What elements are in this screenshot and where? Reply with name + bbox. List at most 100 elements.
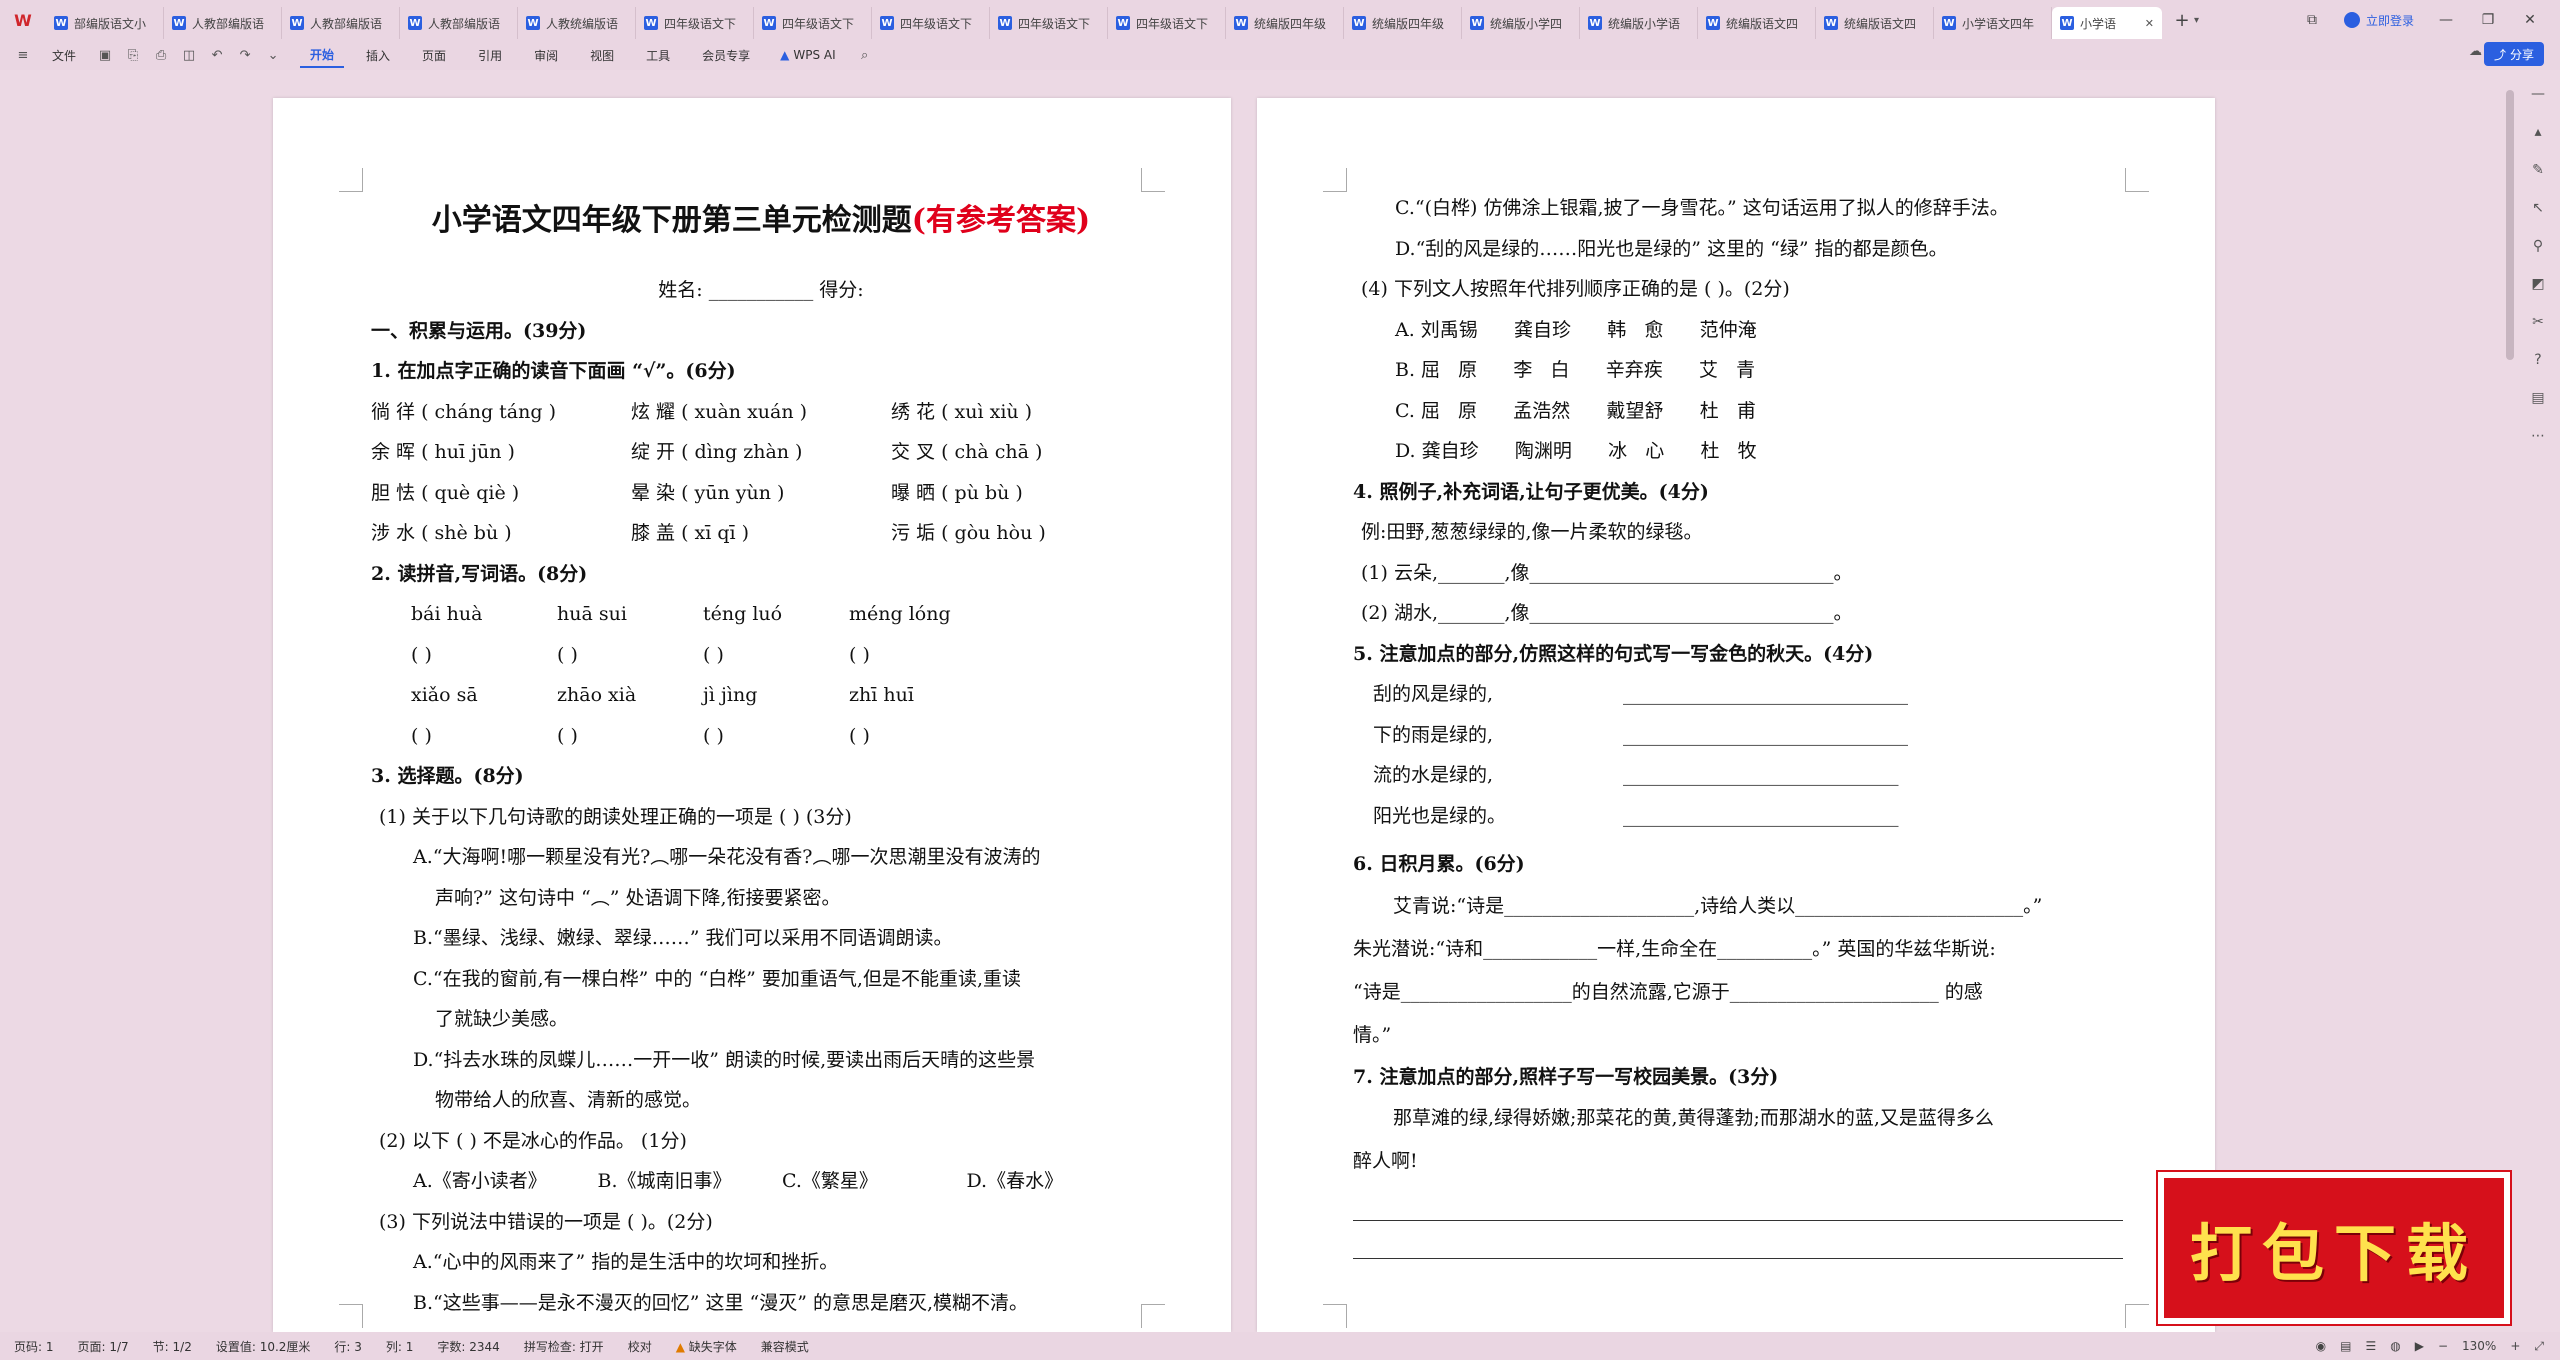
zoom-in-icon[interactable]: +	[2510, 1339, 2520, 1353]
status-words[interactable]: 字数: 2344	[437, 1338, 499, 1355]
menu-tab[interactable]: 页面	[412, 42, 456, 68]
document-tab[interactable]: W 统编版四年级	[1344, 7, 1462, 39]
more-options-icon[interactable]: ⋯	[2528, 426, 2548, 446]
style-icon[interactable]: ⚲	[2528, 236, 2548, 256]
hamburger-menu-icon[interactable]: ≡	[14, 46, 32, 64]
answer-bracket[interactable]: ( )	[849, 635, 995, 676]
cloud-sync-icon[interactable]: ☁	[2469, 44, 2482, 59]
answer-bracket[interactable]: ( )	[703, 716, 849, 757]
help-icon[interactable]: ?	[2528, 350, 2548, 370]
restore-icon[interactable]: ❐	[2478, 12, 2498, 28]
undo-icon[interactable]: ↶	[208, 46, 226, 64]
answer-line[interactable]	[1353, 1201, 2123, 1221]
document-tab[interactable]: W 统编版小学四	[1462, 7, 1580, 39]
wps-ai-button[interactable]: ▲ WPS AI	[770, 42, 846, 68]
login-button[interactable]: 立即登录	[2343, 12, 2414, 29]
menu-tab[interactable]: 工具	[636, 42, 680, 68]
document-tab[interactable]: W 统编版小学语	[1580, 7, 1698, 39]
tools-icon[interactable]: ✂	[2528, 312, 2548, 332]
document-tab[interactable]: W 统编版语文四	[1816, 7, 1934, 39]
document-tab[interactable]: W 统编版四年级	[1226, 7, 1344, 39]
search-icon[interactable]: ⌕	[856, 46, 874, 64]
document-tab[interactable]: W 人教部编版语	[164, 7, 282, 39]
option: C.《繁星》	[782, 1170, 878, 1192]
document-tab[interactable]: W 四年级语文下	[872, 7, 990, 39]
answer-bracket[interactable]: ( )	[411, 716, 557, 757]
more-chevron-icon[interactable]: ⌄	[264, 46, 282, 64]
answer-line[interactable]	[1353, 1239, 2123, 1259]
menu-tab[interactable]: 审阅	[524, 42, 568, 68]
save-icon[interactable]: ▣	[96, 46, 114, 64]
q5-blank[interactable]: _____________________________	[1623, 755, 1899, 796]
tab-list-chevron-icon[interactable]: ▾	[2194, 15, 2210, 26]
name-score-line: 姓名: ___________ 得分:	[658, 279, 864, 301]
eye-protection-icon[interactable]: ◉	[2316, 1339, 2326, 1353]
minimize-icon[interactable]: —	[2436, 12, 2456, 28]
q5-blank[interactable]: _____________________________	[1623, 796, 1899, 837]
outline-view-icon[interactable]: ☰	[2365, 1339, 2376, 1353]
document-tab[interactable]: W 四年级语文下	[754, 7, 872, 39]
select-cursor-icon[interactable]: ↖	[2528, 198, 2548, 218]
play-icon[interactable]: ▶	[2415, 1339, 2424, 1353]
question-3-2-options: A.《寄小读者》 B.《城南旧事》 C.《繁星》 D.《春水》	[371, 1161, 1151, 1202]
layout-icon[interactable]: ▤	[2528, 388, 2548, 408]
export-pdf-icon[interactable]: ⎘	[124, 46, 142, 64]
page-view-icon[interactable]: ▤	[2340, 1339, 2351, 1353]
zoom-out-icon[interactable]: −	[2438, 1339, 2448, 1353]
question-4-example: 例:田野,葱葱绿绿的,像一片柔软的绿毯。	[1361, 521, 1703, 543]
status-missing-font[interactable]: ▲ 缺失字体	[676, 1338, 737, 1355]
scroll-up-icon[interactable]: ▴	[2528, 122, 2548, 142]
answer-bracket[interactable]: ( )	[557, 716, 703, 757]
q5-blank[interactable]: ______________________________	[1623, 674, 1908, 715]
menu-tab[interactable]: 引用	[468, 42, 512, 68]
print-icon[interactable]: ⎙	[152, 46, 170, 64]
document-tab[interactable]: W 部编版语文小	[46, 7, 164, 39]
zoom-level[interactable]: 130%	[2462, 1339, 2496, 1353]
status-section[interactable]: 节: 1/2	[153, 1338, 192, 1355]
menu-tab[interactable]: 视图	[580, 42, 624, 68]
answer-bracket[interactable]: ( )	[849, 716, 995, 757]
document-tab[interactable]: W 小学语文四年	[1934, 7, 2052, 39]
menu-tab[interactable]: 开始	[300, 42, 345, 68]
vertical-scrollbar[interactable]	[2506, 90, 2514, 360]
document-tab[interactable]: W 四年级语文下	[1108, 7, 1226, 39]
format-icon[interactable]: ◩	[2528, 274, 2548, 294]
q5-line: 下的雨是绿的, ______________________________	[1353, 715, 2123, 756]
close-window-icon[interactable]: ✕	[2520, 12, 2540, 28]
answer-bracket[interactable]: ( )	[557, 635, 703, 676]
window-layout-icon[interactable]: ⧉	[2302, 12, 2322, 28]
active-document-tab[interactable]: W 小学语 ✕	[2052, 7, 2162, 39]
print-preview-icon[interactable]: ◫	[180, 46, 198, 64]
document-page-2[interactable]: C.“(白桦) 仿佛涂上银霜,披了一身雪花。” 这句话运用了拟人的修辞手法。 D…	[1257, 98, 2215, 1332]
answer-bracket[interactable]: ( )	[411, 635, 557, 676]
document-tab[interactable]: W 人教部编版语	[282, 7, 400, 39]
document-tab[interactable]: W 四年级语文下	[636, 7, 754, 39]
web-view-icon[interactable]: ◍	[2390, 1339, 2400, 1353]
wps-logo-icon[interactable]: W	[0, 0, 46, 40]
document-tab[interactable]: W 人教统编版语	[518, 7, 636, 39]
document-tab[interactable]: W 统编版语文四	[1698, 7, 1816, 39]
status-setting[interactable]: 设置值: 10.2厘米	[216, 1338, 311, 1355]
menu-tab[interactable]: 会员专享	[692, 42, 760, 68]
answer-bracket[interactable]: ( )	[703, 635, 849, 676]
new-tab-icon[interactable]: +	[2170, 10, 2194, 31]
collapse-icon[interactable]: —	[2528, 84, 2548, 104]
download-badge[interactable]: 打包下载	[2156, 1170, 2512, 1326]
status-page[interactable]: 页码: 1	[14, 1338, 54, 1355]
tab-close-icon[interactable]: ✕	[2145, 17, 2154, 30]
status-spell[interactable]: 拼写检查: 打开	[524, 1338, 604, 1355]
document-page-1[interactable]: 小学语文四年级下册第三单元检测题(有参考答案) 姓名: ___________ …	[273, 98, 1231, 1332]
status-pages[interactable]: 页面: 1/7	[78, 1338, 129, 1355]
question-6-line-2: 朱光潜说:“诗和____________一样,生命全在__________。” …	[1353, 937, 1996, 960]
share-button[interactable]: ⤴ 分享	[2483, 42, 2544, 66]
menu-tab[interactable]: 插入	[356, 42, 400, 68]
edit-pen-icon[interactable]: ✎	[2528, 160, 2548, 180]
fit-page-icon[interactable]: ⤢	[2534, 1339, 2544, 1354]
document-tab[interactable]: W 人教部编版语	[400, 7, 518, 39]
document-tab[interactable]: W 四年级语文下	[990, 7, 1108, 39]
redo-icon[interactable]: ↷	[236, 46, 254, 64]
q5-blank[interactable]: ______________________________	[1623, 715, 1908, 756]
status-proof[interactable]: 校对	[628, 1338, 652, 1355]
share-icon: ⤴	[2493, 47, 2506, 62]
file-menu[interactable]: 文件	[42, 42, 86, 68]
